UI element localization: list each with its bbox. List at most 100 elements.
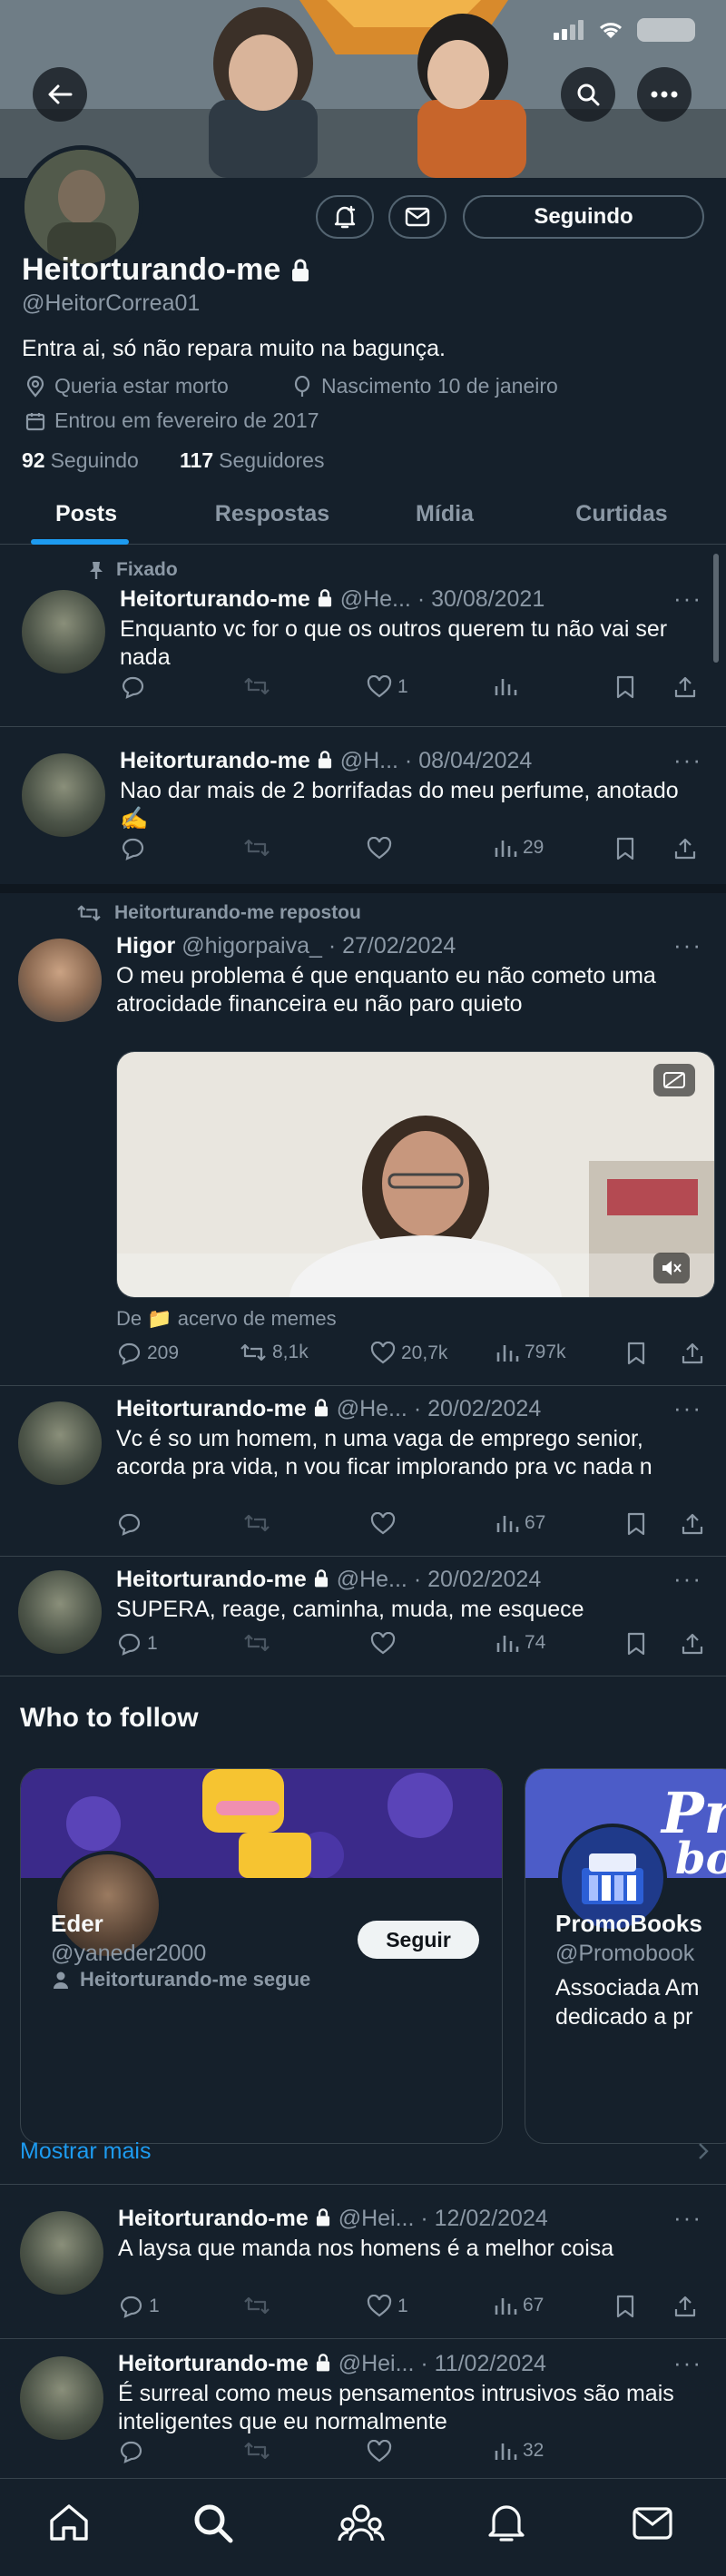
tweet-author-handle: @Hei... [338,2351,415,2376]
back-button[interactable] [33,67,87,122]
reply-button[interactable]: 209 [116,1342,179,1365]
reply-button[interactable] [118,2440,143,2463]
views-button[interactable]: 32 [494,2440,544,2462]
repost-button[interactable] [243,837,270,859]
share-button[interactable] [673,675,697,699]
media-source[interactable]: De 📁 acervo de memes [116,1307,337,1331]
views-button[interactable]: 67 [495,1512,545,1534]
tweet-header: Heitorturando-me @He... · 20/02/2024 [116,1567,670,1593]
tweet-media-video[interactable] [116,1051,715,1298]
repost-button[interactable] [243,1632,270,1654]
bookmark-icon [627,1512,645,1536]
reply-button[interactable] [120,837,145,860]
views-button[interactable]: 797k [495,1342,566,1363]
views-button[interactable]: 74 [495,1632,545,1654]
suggestion-name[interactable]: Eder [51,1910,103,1938]
repost-icon [77,905,101,921]
like-button[interactable] [367,2440,392,2463]
tweet-avatar[interactable] [20,2356,103,2440]
tweet-avatar[interactable] [22,753,105,837]
reply-icon [122,838,144,860]
bookmark-button[interactable] [626,1342,646,1365]
suggestion-name[interactable]: PromoBooks [555,1910,726,1938]
repost-icon [244,1514,270,1532]
nav-messages[interactable] [632,2506,673,2541]
reply-button[interactable]: 1 [116,1632,158,1656]
scrollbar-thumb[interactable] [713,554,719,663]
following-button[interactable]: Seguindo [463,195,704,239]
nav-home[interactable] [47,2502,91,2542]
tab-posts[interactable]: Posts [27,483,145,545]
bookmark-button[interactable] [626,1632,646,1656]
nav-communities[interactable] [338,2502,385,2544]
share-button[interactable] [681,1342,704,1365]
tweet-more-button[interactable]: ··· [673,2349,702,2377]
battery-icon [637,18,695,42]
heart-icon [370,1512,396,1535]
heart-icon [367,2295,392,2317]
like-button[interactable]: 20,7k [370,1342,447,1365]
captions-button[interactable] [653,1064,695,1096]
like-button[interactable] [370,1512,396,1536]
like-button[interactable] [370,1632,396,1656]
bookmark-button[interactable] [615,675,635,699]
views-chart-icon [496,1636,519,1652]
tweet-more-button[interactable]: ··· [673,585,702,613]
repost-button[interactable] [243,675,270,697]
bookmark-button[interactable] [626,1512,646,1536]
views-button[interactable]: 29 [494,837,544,859]
nav-notifications[interactable] [486,2502,526,2544]
like-button[interactable] [367,837,392,860]
show-more-link[interactable]: Mostrar mais [20,2131,710,2171]
views-button[interactable]: 67 [494,2295,544,2316]
wifi-icon [599,23,623,38]
mute-button[interactable] [653,1253,690,1283]
profile-avatar[interactable] [20,145,143,269]
views-button[interactable] [494,675,517,697]
share-button[interactable] [673,837,697,860]
message-button[interactable] [388,195,446,239]
tweet-avatar[interactable] [18,939,102,1022]
repost-button[interactable] [243,2295,270,2316]
reply-button[interactable] [116,1512,142,1536]
tweet-more-button[interactable]: ··· [673,1394,702,1422]
tab-likes[interactable]: Curtidas [544,483,699,545]
share-button[interactable] [673,2295,697,2318]
share-button[interactable] [681,1632,704,1656]
search-button[interactable] [561,67,615,122]
joined-text: Entrou em fevereiro de 2017 [54,408,319,432]
nav-search[interactable] [192,2502,234,2544]
svg-text:bo: bo [675,1834,726,1878]
tweet-avatar[interactable] [20,2211,103,2295]
repost-button[interactable]: 8,1k [240,1342,309,1363]
tweet-avatar[interactable] [22,590,105,673]
tweet-author-name: Higor [116,933,176,959]
repost-button[interactable] [243,2440,270,2462]
bookmark-button[interactable] [615,2295,635,2318]
tweet-more-button[interactable]: ··· [673,1565,702,1593]
share-icon [682,1633,703,1655]
tweet-avatar[interactable] [18,1570,102,1654]
follow-button[interactable]: Seguir [358,1921,479,1959]
notification-subscribe-button[interactable] [316,195,374,239]
reply-button[interactable] [120,675,145,699]
tab-replies[interactable]: Respostas [191,483,354,545]
tweet-more-button[interactable]: ··· [673,931,702,959]
more-options-button[interactable] [637,67,692,122]
bookmark-icon [616,2295,634,2318]
tweet-more-button[interactable]: ··· [673,746,702,774]
bookmark-icon [616,837,634,860]
reply-icon [118,1342,141,1365]
tab-media[interactable]: Mídia [390,483,499,545]
tweet-author-handle: @higorpaiva_ [182,933,322,959]
reply-button[interactable]: 1 [118,2295,160,2318]
followers-stat[interactable]: 117 Seguidores [180,448,324,473]
following-stat[interactable]: 92 Seguindo [22,448,139,473]
repost-button[interactable] [243,1512,270,1534]
tweet-avatar[interactable] [18,1401,102,1485]
like-button[interactable]: 1 [367,675,408,699]
like-button[interactable]: 1 [367,2295,408,2318]
tweet-more-button[interactable]: ··· [673,2204,702,2232]
share-button[interactable] [681,1512,704,1536]
bookmark-button[interactable] [615,837,635,860]
